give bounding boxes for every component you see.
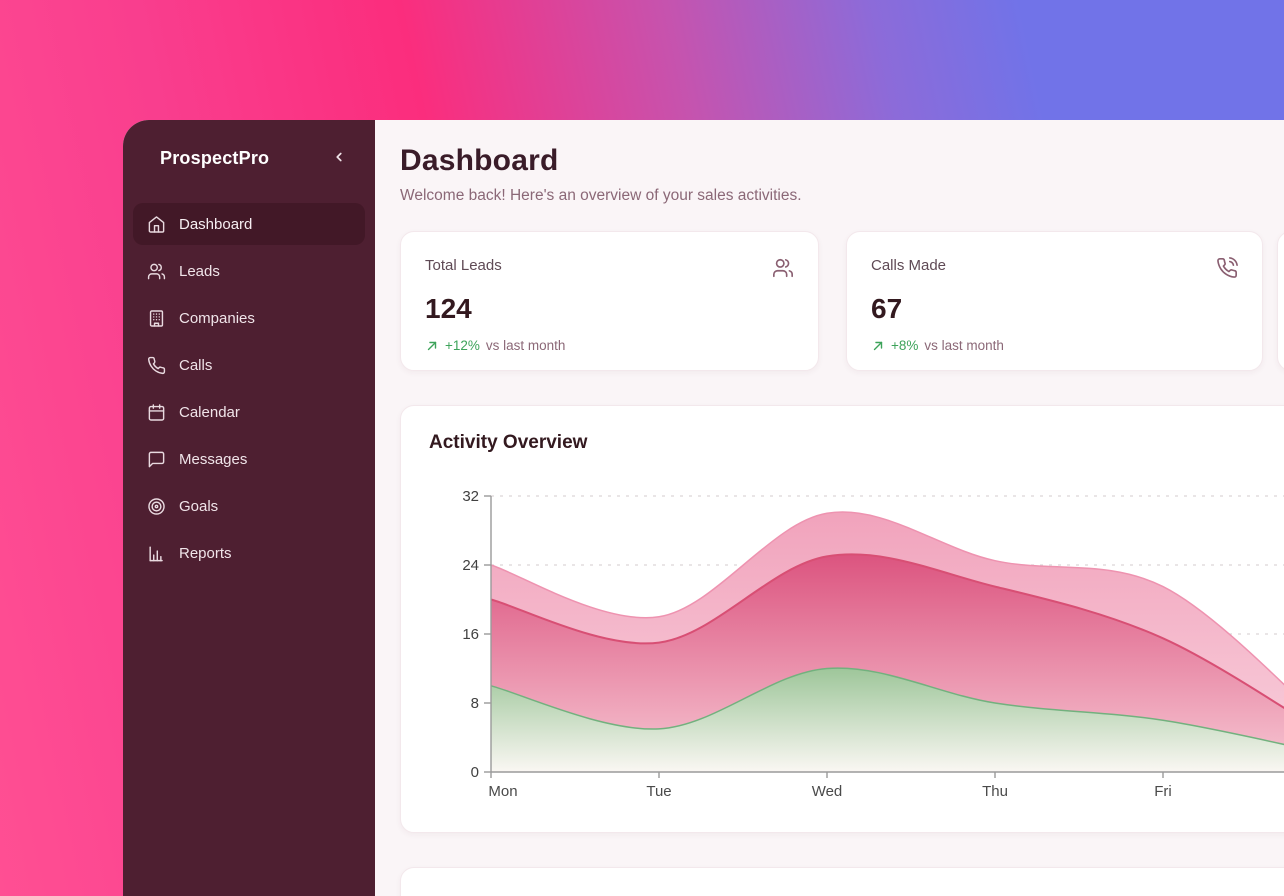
- stat-label: Calls Made: [871, 257, 946, 274]
- stat-trend: +8% vs last month: [871, 338, 1238, 353]
- sidebar-item-label: Calendar: [179, 404, 240, 421]
- svg-text:16: 16: [462, 626, 479, 643]
- sidebar-item-companies[interactable]: Companies: [133, 297, 365, 339]
- sidebar-collapse-button[interactable]: [327, 146, 351, 170]
- sidebar-item-reports[interactable]: Reports: [133, 532, 365, 574]
- sidebar: ProspectPro Dashboard Leads: [123, 120, 375, 896]
- svg-text:8: 8: [471, 695, 479, 712]
- sidebar-item-goals[interactable]: Goals: [133, 485, 365, 527]
- sidebar-item-calls[interactable]: Calls: [133, 344, 365, 386]
- sidebar-item-leads[interactable]: Leads: [133, 250, 365, 292]
- building-icon: [147, 309, 166, 328]
- users-icon: [147, 262, 166, 281]
- svg-text:Wed: Wed: [812, 783, 843, 800]
- bar-chart-icon: [147, 544, 166, 563]
- trend-suffix: vs last month: [486, 338, 566, 353]
- trend-up-icon: [871, 339, 885, 353]
- stat-card-total-leads: Total Leads 124 +12% vs last month: [400, 231, 819, 371]
- page-title: Dashboard: [400, 144, 1284, 178]
- trend-percent: +12%: [445, 338, 480, 353]
- stat-card-offscreen: [1277, 231, 1284, 371]
- sidebar-item-label: Goals: [179, 498, 218, 515]
- svg-text:Tue: Tue: [646, 783, 671, 800]
- sidebar-item-messages[interactable]: Messages: [133, 438, 365, 480]
- svg-text:32: 32: [462, 488, 479, 505]
- activity-overview-card: Activity Overview 0 8 16 24 32 Mon Tue Wed Thu Fr…: [400, 405, 1284, 833]
- main-content: Dashboard Welcome back! Here's an overvi…: [375, 120, 1284, 896]
- sidebar-item-label: Reports: [179, 545, 232, 562]
- calendar-icon: [147, 403, 166, 422]
- app-window: ProspectPro Dashboard Leads: [123, 120, 1284, 896]
- trend-up-icon: [425, 339, 439, 353]
- sidebar-header: ProspectPro: [123, 146, 375, 170]
- target-icon: [147, 497, 166, 516]
- stat-value: 67: [871, 293, 1238, 325]
- sidebar-item-label: Leads: [179, 263, 220, 280]
- svg-text:Fri: Fri: [1154, 783, 1172, 800]
- svg-text:24: 24: [462, 557, 479, 574]
- sidebar-item-dashboard[interactable]: Dashboard: [133, 203, 365, 245]
- trend-percent: +8%: [891, 338, 918, 353]
- page-subtitle: Welcome back! Here's an overview of your…: [400, 187, 1284, 205]
- home-icon: [147, 215, 166, 234]
- stats-row: Total Leads 124 +12% vs last month Calls: [400, 231, 1284, 371]
- sidebar-item-label: Companies: [179, 310, 255, 327]
- svg-text:0: 0: [471, 764, 479, 781]
- sidebar-item-calendar[interactable]: Calendar: [133, 391, 365, 433]
- stat-trend: +12% vs last month: [425, 338, 794, 353]
- stat-label: Total Leads: [425, 257, 502, 274]
- message-icon: [147, 450, 166, 469]
- app-logo: ProspectPro: [160, 148, 269, 169]
- svg-text:Thu: Thu: [982, 783, 1008, 800]
- sidebar-item-label: Dashboard: [179, 216, 252, 233]
- stat-value: 124: [425, 293, 794, 325]
- phone-call-icon: [1216, 257, 1238, 284]
- sidebar-item-label: Messages: [179, 451, 247, 468]
- chevron-left-icon: [332, 150, 346, 167]
- sidebar-item-label: Calls: [179, 357, 212, 374]
- users-icon: [772, 257, 794, 284]
- svg-text:Mon: Mon: [488, 783, 517, 800]
- phone-icon: [147, 356, 166, 375]
- next-card-partial: [400, 867, 1284, 896]
- chart-title: Activity Overview: [429, 432, 1284, 454]
- trend-suffix: vs last month: [924, 338, 1004, 353]
- sidebar-nav: Dashboard Leads Companies Calls: [123, 203, 375, 574]
- activity-overview-chart: 0 8 16 24 32 Mon Tue Wed Thu Fri: [429, 478, 1284, 810]
- stat-card-calls-made: Calls Made 67 +8% vs last month: [846, 231, 1263, 371]
